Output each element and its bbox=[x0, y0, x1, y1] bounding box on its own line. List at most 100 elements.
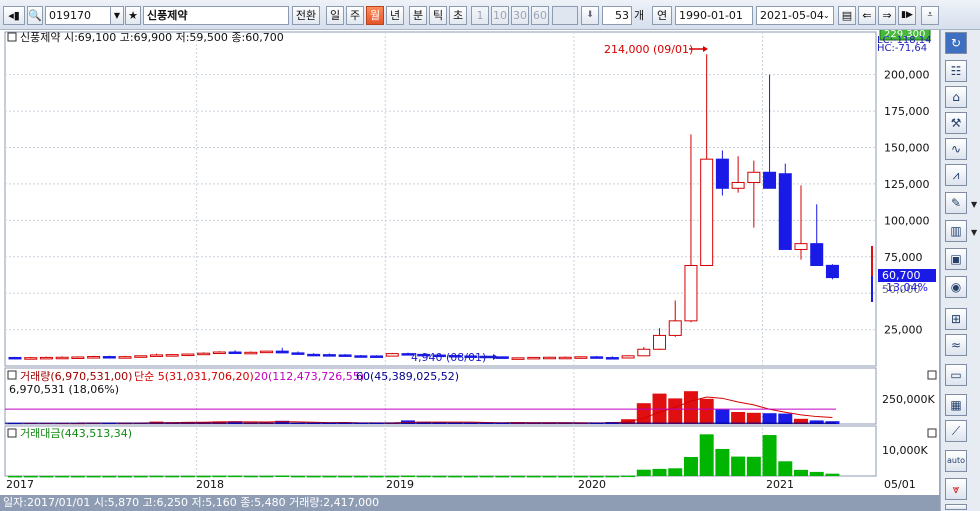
draw-tool-dropdown-icon[interactable]: ▼ bbox=[971, 200, 977, 209]
x-label-2017: 2017 bbox=[6, 478, 34, 491]
favorite-star-icon[interactable]: ★ bbox=[125, 6, 141, 25]
scroll-left-icon[interactable]: ⇐ bbox=[858, 6, 876, 25]
candle-body bbox=[653, 334, 667, 350]
amount-bar bbox=[621, 475, 636, 478]
signal-icon[interactable]: ⩔ bbox=[945, 478, 967, 500]
layout-icon[interactable]: ▥ bbox=[945, 220, 967, 242]
count-unit-label: 개 bbox=[634, 9, 645, 22]
candle-body bbox=[700, 158, 714, 266]
link-button[interactable]: 연 bbox=[652, 6, 672, 25]
window-icon[interactable]: ▣ bbox=[945, 248, 967, 270]
interval-60-button[interactable]: 60 bbox=[531, 6, 549, 25]
candle-body bbox=[542, 356, 556, 360]
amount-panel-close-icon[interactable] bbox=[927, 428, 937, 438]
period-month-button[interactable]: 월 bbox=[366, 6, 384, 25]
candle-body bbox=[8, 356, 22, 360]
disk-icon[interactable]: ▭ bbox=[945, 364, 967, 386]
amount-bar bbox=[668, 468, 683, 476]
x-label-2020: 2020 bbox=[578, 478, 606, 491]
price-legend: 신풍제약 시:69,100 고:69,900 저:59,500 종:60,700 bbox=[20, 30, 284, 44]
draw-tool-icon[interactable]: ✎ bbox=[945, 192, 967, 214]
candle-body bbox=[354, 355, 368, 358]
candle-body bbox=[637, 348, 651, 357]
date-dropdown-icon[interactable]: ⌄ bbox=[823, 6, 830, 25]
candle-body bbox=[731, 181, 745, 189]
period-second-button[interactable]: 초 bbox=[449, 6, 467, 25]
link-window-icon[interactable]: ↻ bbox=[945, 32, 967, 54]
volume-legend-volume: 거래량(6,970,531,00) bbox=[20, 370, 132, 383]
interval-custom-input[interactable] bbox=[552, 6, 578, 25]
candle-body bbox=[275, 350, 289, 354]
price-tick-label: 200,000 bbox=[884, 69, 930, 82]
volume-bar bbox=[762, 413, 777, 424]
convert-button[interactable]: 전환 bbox=[292, 6, 320, 25]
candle-body bbox=[385, 353, 399, 357]
trend-chart-icon[interactable]: ⩘ bbox=[945, 164, 967, 186]
wave-icon[interactable]: ≈ bbox=[945, 334, 967, 356]
period-minute-button[interactable]: 분 bbox=[409, 6, 427, 25]
high-marker-label: 214,000 (09/01) bbox=[604, 43, 693, 56]
amount-bar bbox=[275, 475, 290, 478]
tools-icon[interactable]: ⚒ bbox=[945, 112, 967, 134]
collapse-icon[interactable]: ⩡ bbox=[921, 6, 939, 25]
volume-sub-label: 6,970,531 (18,06%) bbox=[9, 383, 119, 396]
interval-10-button[interactable]: 10 bbox=[491, 6, 509, 25]
volume-bar bbox=[683, 391, 698, 424]
date-from-input[interactable]: 1990-01-01 bbox=[675, 6, 753, 25]
down-arrow-icon[interactable]: ⬇ bbox=[581, 6, 599, 25]
volume-legend-ma5: 단순 5(31,031,706,20) bbox=[134, 370, 254, 383]
amount-legend-checkbox[interactable] bbox=[7, 428, 17, 438]
amount-bar bbox=[794, 469, 808, 476]
layout-dropdown-icon[interactable]: ▼ bbox=[971, 228, 977, 237]
amount-bar bbox=[306, 475, 321, 478]
amount-bar bbox=[118, 475, 133, 478]
period-tick-button[interactable]: 틱 bbox=[429, 6, 447, 25]
save-icon[interactable]: ▤ bbox=[838, 6, 856, 25]
status-bar: 일자:2017/01/01 시:5,870 고:6,250 저:5,160 종:… bbox=[0, 495, 940, 511]
prev-stock-button[interactable]: ◂▮ bbox=[3, 6, 25, 25]
price-tick-label: 75,000 bbox=[884, 251, 923, 264]
stock-chart[interactable]: 200,000 175,000 150,000 125,000 100,000 75,00… bbox=[0, 25, 940, 495]
amount-bar bbox=[243, 475, 258, 478]
period-week-button[interactable]: 주 bbox=[346, 6, 364, 25]
price-tick-label: 175,000 bbox=[884, 105, 930, 118]
home-icon[interactable]: ⌂ bbox=[945, 86, 967, 108]
candle-type-icon[interactable] bbox=[945, 504, 967, 510]
scroll-right-icon[interactable]: ⇒ bbox=[878, 6, 896, 25]
code-dropdown-icon[interactable]: ▼ bbox=[110, 6, 124, 25]
chart-area[interactable]: 200,000 175,000 150,000 125,000 100,000 75,00… bbox=[0, 25, 940, 495]
amount-bar bbox=[558, 475, 573, 478]
search-icon[interactable]: 🔍 bbox=[27, 6, 43, 25]
amount-bar bbox=[463, 475, 478, 478]
amount-bar bbox=[322, 475, 337, 478]
x-label-2019: 2019 bbox=[386, 478, 414, 491]
amount-bar bbox=[180, 475, 195, 478]
volume-legend-checkbox[interactable] bbox=[7, 370, 17, 380]
indicator-icon[interactable]: ∿ bbox=[945, 138, 967, 160]
auto-icon[interactable]: auto bbox=[945, 450, 967, 472]
amount-bar bbox=[338, 475, 353, 478]
amount-bar bbox=[479, 475, 494, 478]
analysis-icon[interactable]: ⊞ bbox=[945, 308, 967, 330]
interval-30-button[interactable]: 30 bbox=[511, 6, 529, 25]
period-year-button[interactable]: 년 bbox=[386, 6, 404, 25]
amount-bar bbox=[526, 475, 541, 478]
candle-body bbox=[39, 356, 53, 360]
play-icon[interactable]: ▮▶ bbox=[898, 6, 916, 25]
interval-1-button[interactable]: 1 bbox=[471, 6, 489, 25]
legend-checkbox[interactable] bbox=[7, 32, 17, 42]
period-day-button[interactable]: 일 bbox=[326, 6, 344, 25]
amount-bar bbox=[133, 475, 148, 478]
zoom-icon[interactable]: ◉ bbox=[945, 276, 967, 298]
table-icon[interactable]: ▦ bbox=[945, 394, 967, 416]
candle-body bbox=[778, 173, 792, 250]
amount-bar bbox=[259, 475, 274, 478]
indicator-hc: HC:-71,64 bbox=[877, 43, 927, 54]
candle-body bbox=[621, 355, 635, 359]
volume-panel-close-icon[interactable] bbox=[927, 370, 937, 380]
indicator-list-icon[interactable]: ☷ bbox=[945, 60, 967, 82]
amount-bar bbox=[212, 475, 227, 478]
amount-bar bbox=[699, 434, 714, 476]
count-input[interactable]: 53 bbox=[602, 6, 632, 25]
ruler-icon[interactable]: ⟋ bbox=[945, 420, 967, 442]
